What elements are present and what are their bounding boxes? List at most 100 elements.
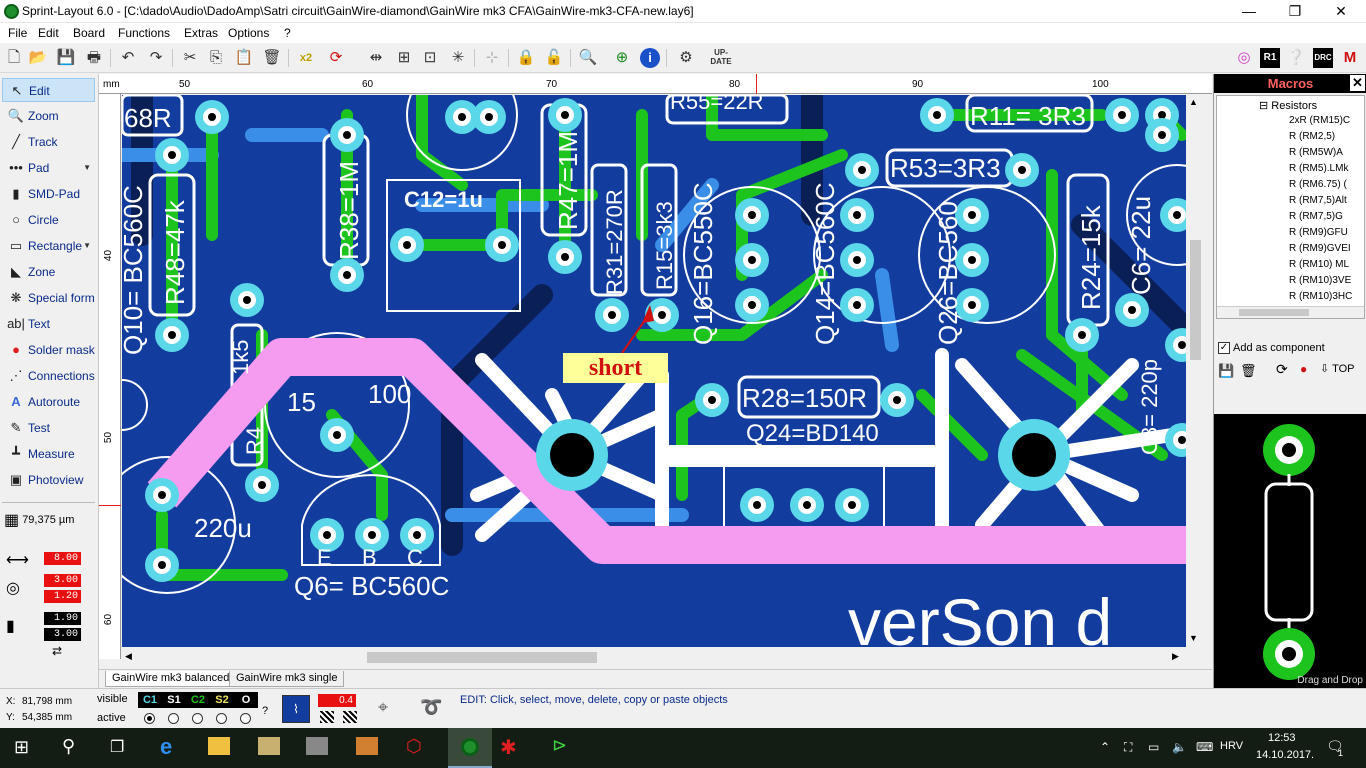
grid-icon[interactable]: x2 — [296, 48, 316, 68]
active-c2-radio[interactable] — [192, 713, 203, 724]
search-icon[interactable]: ⚲ — [62, 736, 75, 757]
macro-item[interactable]: R (RM5W)A — [1289, 147, 1343, 158]
close-button[interactable]: ✕ — [1318, 0, 1364, 23]
paste-icon[interactable]: 📋 — [234, 48, 254, 68]
smd-height-param[interactable]: 3.00 — [44, 628, 81, 641]
track-width-icon[interactable]: ⟷ — [6, 550, 29, 570]
tool-solder-mask[interactable]: ● Solder mask — [2, 338, 95, 362]
tray-volume-icon[interactable]: 🔈 — [1172, 740, 1187, 754]
clearance-value[interactable]: 0.4 — [318, 694, 356, 707]
horizontal-scrollbar[interactable]: ◀ ▶ — [122, 649, 1186, 666]
open-icon[interactable]: 📂 — [28, 48, 48, 68]
crosshair-icon[interactable]: ⌖ — [378, 697, 388, 718]
pad-outer-param[interactable]: 3.00 — [44, 574, 81, 587]
tool-photoview[interactable]: ▣ Photoview — [2, 468, 95, 492]
layer-o[interactable]: O — [236, 693, 256, 707]
info-icon[interactable]: i — [640, 48, 660, 68]
new-icon[interactable]: 🗋 — [4, 48, 24, 68]
swap-icon[interactable]: ⇄ — [52, 644, 62, 658]
tray-network-icon[interactable]: ⛶ — [1124, 740, 1132, 755]
tool-special-form[interactable]: ❋ Special form — [2, 286, 95, 310]
zoom-icon[interactable]: 🔍 — [578, 48, 598, 68]
undo-icon[interactable]: ↶ — [118, 48, 138, 68]
task-view-icon[interactable]: ❐ — [110, 737, 124, 757]
tab-single[interactable]: GainWire mk3 single — [229, 671, 345, 687]
align-icon[interactable]: ⊞ — [394, 48, 414, 68]
ungroup-icon[interactable]: ✳ — [448, 48, 468, 68]
tool-track[interactable]: ╱ Track — [2, 130, 95, 154]
close-icon[interactable]: ✕ — [1350, 75, 1365, 91]
language-indicator[interactable]: HRV — [1220, 740, 1243, 752]
tool-smd-pad[interactable]: ▮ SMD-Pad — [2, 182, 95, 206]
rotate-icon[interactable]: ⟳ — [326, 48, 346, 68]
media-icon[interactable] — [306, 737, 328, 755]
track-width-param[interactable]: 8.00 — [44, 552, 81, 565]
scroll-up-icon[interactable]: ▲ — [1189, 97, 1198, 107]
hatch2-icon[interactable] — [343, 711, 357, 723]
clock-time[interactable]: 12:53 — [1268, 732, 1296, 744]
measure-icon[interactable]: ⊹ — [482, 48, 502, 68]
circuit-icon[interactable]: ⊳ — [552, 735, 567, 756]
scroll-left-icon[interactable]: ◀ — [125, 651, 132, 662]
app-red-icon[interactable]: ⬡ — [406, 736, 422, 757]
tool-rectangle[interactable]: ▭ Rectangle ▼ — [2, 234, 95, 258]
tool-text[interactable]: ab| Text — [2, 312, 95, 336]
record-icon[interactable]: ● — [1300, 362, 1307, 376]
layer-c2[interactable]: C2 — [188, 693, 208, 707]
tools-icon[interactable] — [356, 737, 378, 755]
minimize-button[interactable]: — — [1226, 0, 1272, 23]
macro-item[interactable]: R (RM7,5)G — [1289, 211, 1343, 222]
macro-item[interactable]: R (RM2,5) — [1289, 131, 1335, 142]
tab-balanced[interactable]: GainWire mk3 balanced — [105, 671, 237, 687]
tray-battery-icon[interactable]: ▭ — [1148, 740, 1159, 754]
vertical-scrollbar[interactable]: ▲ ▼ — [1187, 95, 1204, 647]
smd-size-icon[interactable]: ▮ — [6, 616, 15, 636]
menu-options[interactable]: Options — [228, 26, 269, 40]
smd-width-param[interactable]: 1.90 — [44, 612, 81, 625]
copy-icon[interactable]: ⎘ — [206, 48, 226, 68]
macro-item[interactable]: 2xR (RM15)C — [1289, 115, 1350, 126]
sprint-layout-taskbar-icon[interactable] — [448, 728, 492, 768]
menu-help[interactable]: ? — [284, 26, 291, 40]
windows-start-icon[interactable]: ⊞ — [14, 737, 29, 758]
vscroll-thumb[interactable] — [1190, 240, 1201, 360]
menu-functions[interactable]: Functions — [118, 26, 170, 40]
scroll-down-icon[interactable]: ▼ — [1189, 633, 1198, 643]
macro-circle-icon[interactable]: ◎ — [1234, 48, 1254, 68]
help-icon[interactable]: ❔ — [1286, 48, 1306, 68]
edge-icon[interactable]: e — [160, 734, 172, 760]
macro-tree-hscroll[interactable] — [1217, 306, 1364, 318]
macro-item[interactable]: R (RM7,5)Alt — [1289, 195, 1347, 206]
tool-autoroute[interactable]: A Autoroute — [2, 390, 95, 414]
tool-circle[interactable]: ○ Circle — [2, 208, 95, 232]
layer-help[interactable]: ? — [262, 705, 268, 717]
update-icon[interactable]: UP-DATE — [708, 48, 734, 68]
macro-item[interactable]: R (RM9)GVEI — [1289, 243, 1351, 254]
menu-edit[interactable]: Edit — [38, 26, 59, 40]
redo-icon[interactable]: ↷ — [146, 48, 166, 68]
menu-board[interactable]: Board — [73, 26, 105, 40]
layer-c1[interactable]: C1 — [140, 693, 160, 707]
lock-icon[interactable]: 🔒 — [516, 48, 536, 68]
ground-plane-icon[interactable]: ⌇ — [282, 695, 310, 723]
bug-icon[interactable]: ✱ — [500, 735, 517, 760]
explorer-icon[interactable] — [208, 737, 230, 755]
save-icon[interactable]: 💾 — [56, 48, 76, 68]
active-c1-radio[interactable] — [144, 713, 155, 724]
delete-macro-icon[interactable]: 🗑 — [1240, 363, 1257, 379]
connect-icon[interactable]: ⊕ — [612, 48, 632, 68]
m-icon[interactable]: M — [1340, 48, 1360, 68]
maximize-button[interactable]: ❐ — [1272, 0, 1318, 23]
print-icon[interactable]: 🖶 — [84, 48, 104, 68]
tree-resistors[interactable]: ⊟ Resistors — [1259, 99, 1317, 112]
tool-connections[interactable]: ⋰ Connections — [2, 364, 95, 388]
active-s1-radio[interactable] — [168, 713, 179, 724]
tool-measure[interactable]: ┻ Measure — [2, 442, 95, 466]
settings-icon[interactable]: ⚙ — [676, 48, 696, 68]
pad-inner-param[interactable]: 1.20 — [44, 590, 81, 603]
macro-item[interactable]: R (RM6.75) ( — [1289, 179, 1347, 190]
active-s2-radio[interactable] — [216, 713, 227, 724]
active-o-radio[interactable] — [240, 713, 251, 724]
file-manager-icon[interactable] — [258, 737, 280, 755]
tool-test[interactable]: ✎ Test — [2, 416, 95, 440]
